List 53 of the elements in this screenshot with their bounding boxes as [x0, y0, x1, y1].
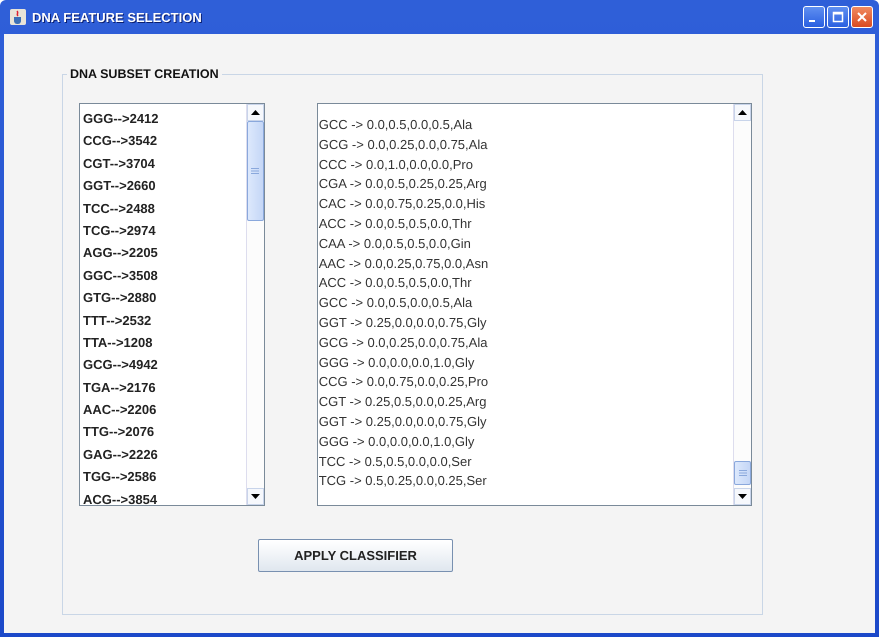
list-item[interactable]: AGG-->2205	[83, 242, 246, 265]
list-item[interactable]: TCC-->2488	[83, 198, 246, 220]
minimize-icon	[809, 20, 815, 22]
list-item[interactable]: GTG-->2880	[83, 287, 246, 310]
list-item[interactable]: GGC-->3508	[83, 264, 246, 288]
list-item[interactable]: GGT-->2660	[83, 175, 246, 198]
codon-list[interactable]: GGG-->2412 CCG-->3542 CGT-->3704 GGT-->2660 TCC-->2488 TCG-->2974 AGG-->2205 GGC-->3508 GTG-->2880 TTT-->2532 TTA-->1208 GCG-->4942 TGA-->2176 AAC-->2206 TTG-->2076 GAG-->2226 TGG-->2586 ACG-->3854	[79, 103, 265, 506]
text-line: GGG -> 0.0,0.0,0.0,1.0,Gly	[318, 354, 476, 372]
scrollbar[interactable]	[733, 104, 751, 505]
text-line: AAC -> 0.0,0.25,0.75,0.0,Asn	[318, 254, 490, 273]
maximize-icon	[832, 11, 844, 23]
list-item[interactable]: CGT-->3704	[83, 152, 246, 176]
list-item[interactable]: GCG-->4942	[83, 354, 246, 377]
list-item[interactable]: GGG-->2412	[83, 108, 246, 130]
close-icon	[856, 11, 868, 23]
text-line: GCG -> 0.0,0.25,0.0,0.75,Ala	[318, 136, 488, 154]
list-item[interactable]: TTG-->2076	[83, 421, 246, 444]
list-item[interactable]: TTA-->1208	[83, 332, 246, 354]
scrollbar[interactable]	[246, 104, 264, 505]
list-item[interactable]: CCG-->3542	[83, 130, 246, 153]
text-line: CAC -> 0.0,0.75,0.25,0.0,His	[318, 195, 486, 214]
text-line: CGA -> 0.0,0.5,0.25,0.25,Arg	[318, 175, 488, 194]
close-button[interactable]	[851, 6, 873, 28]
text-line: GCC -> 0.0,0.5,0.0,0.5,Ala	[318, 116, 474, 134]
text-line: ACC -> 0.0,0.5,0.5,0.0,Thr	[318, 274, 473, 292]
scroll-thumb[interactable]	[246, 121, 264, 221]
window-title: DNA FEATURE SELECTION	[32, 10, 202, 24]
text-line: TCC -> 0.5,0.5,0.0,0.0,Ser	[318, 452, 473, 471]
text-line: CGT -> 0.25,0.5,0.0,0.25,Arg	[318, 393, 488, 412]
text-line: ACC -> 0.0,0.5,0.5,0.0,Thr	[318, 214, 473, 233]
list-item[interactable]: ACG-->3854	[83, 488, 246, 505]
text-line: CAA -> 0.0,0.5,0.5,0.0,Gin	[318, 234, 472, 253]
list-item[interactable]: TGG-->2586	[83, 466, 246, 489]
list-item[interactable]: TTT-->2532	[83, 310, 246, 332]
text-line: GGG -> 0.0,0.0,0.0,1.0,Gly	[318, 432, 476, 451]
coffee-cup-icon	[10, 9, 26, 25]
text-line: CCG -> 0.0,0.75,0.0,0.25,Pro	[318, 373, 490, 392]
text-line: GGT -> 0.25,0.0,0.0,0.75,Gly	[318, 314, 488, 332]
text-line: GCG -> 0.0,0.25,0.0,0.75,Ala	[318, 334, 488, 352]
maximize-button[interactable]	[827, 6, 849, 28]
apply-classifier-button[interactable]: APPLY CLASSIFIER	[258, 539, 453, 572]
text-line: CCC -> 0.0,1.0,0.0,0.0,Pro	[318, 156, 474, 174]
minimize-button[interactable]	[803, 6, 825, 28]
list-item[interactable]: AAC-->2206	[83, 399, 246, 422]
text-line: TCG -> 0.5,0.25,0.0,0.25,Ser	[318, 472, 488, 490]
list-item[interactable]: TGA-->2176	[83, 376, 246, 400]
feature-text-area[interactable]	[316, 103, 752, 506]
text-line: GGT -> 0.25,0.0,0.0,0.75,Gly	[318, 412, 488, 431]
list-item[interactable]: GAG-->2226	[83, 444, 246, 466]
list-item[interactable]: TCG-->2974	[83, 220, 246, 242]
panel-title: DNA SUBSET CREATION	[67, 67, 222, 81]
scroll-thumb[interactable]	[734, 461, 751, 485]
text-line: GCC -> 0.0,0.5,0.0,0.5,Ala	[318, 294, 474, 312]
